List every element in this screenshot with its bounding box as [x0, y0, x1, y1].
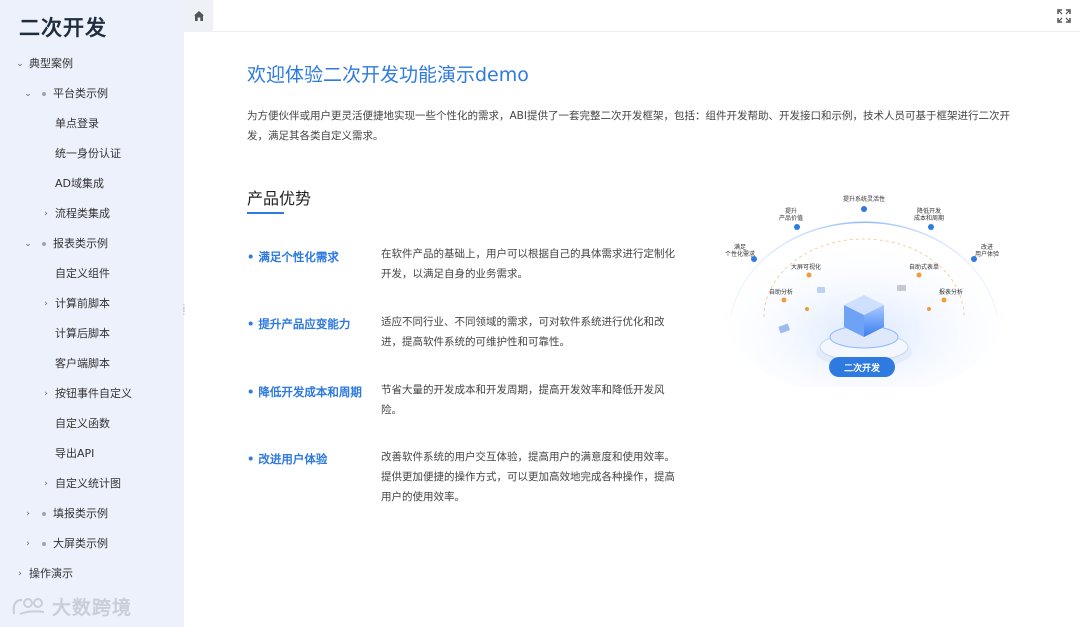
chevron-down-icon[interactable]: ⌄ [23, 79, 33, 109]
svg-text:自助式表单: 自助式表单 [909, 263, 939, 271]
sidebar-item[interactable]: AD域集成 [0, 169, 184, 199]
sidebar-item-label: 按钮事件自定义 [55, 387, 132, 400]
sidebar-item[interactable]: 导出API [0, 439, 184, 469]
bullet-icon [42, 242, 46, 246]
sidebar-item[interactable]: › 大屏类示例 [0, 529, 184, 559]
sidebar: 二次开发 ⌄ 典型案例 ⌄ 平台类示例单点登录统一身份认证 AD域集成 › 流程类集成 ⌄ 报表… [0, 0, 188, 627]
section-underline [247, 212, 284, 214]
sidebar-item-label: 平台类示例 [53, 87, 108, 100]
svg-text:个性化需求: 个性化需求 [725, 250, 755, 258]
chevron-right-icon[interactable]: › [41, 199, 51, 229]
sidebar-item[interactable]: › 操作演示 [0, 559, 184, 589]
svg-text:降低开发: 降低开发 [917, 207, 941, 215]
sidebar-item[interactable]: › 计算前脚本 [0, 289, 184, 319]
sidebar-item-label: 流程类集成 [55, 207, 110, 220]
sidebar-item-label: 客户端脚本 [55, 357, 110, 370]
sidebar-item[interactable]: 计算后脚本 [0, 319, 184, 349]
feature-desc: 节省大量的开发成本和开发周期，提高开发效率和降低开发风险。 [381, 384, 665, 416]
svg-text:报表分析: 报表分析 [939, 288, 963, 296]
sidebar-item[interactable]: › 流程类集成 [0, 199, 184, 229]
product-illustration: 提升系统灵活性 提升 产品价值 降低开发 成本和周期 满足 个性化需求 改进 用… [724, 195, 1004, 387]
sidebar-item-label: 计算前脚本 [55, 297, 110, 310]
top-bar [184, 0, 1080, 32]
home-tab[interactable] [184, 0, 213, 32]
sidebar-item-label: 计算后脚本 [55, 327, 110, 340]
feature-name: • 提升产品应变能力 [247, 317, 351, 331]
svg-text:成本和周期: 成本和周期 [914, 214, 944, 222]
chevron-right-icon[interactable]: › [23, 499, 33, 529]
sidebar-item[interactable]: 自定义组件 [0, 259, 184, 289]
sidebar-item-label: 填报类示例 [53, 507, 108, 520]
bullet-icon [42, 92, 46, 96]
sidebar-item-label: 自定义函数 [55, 417, 110, 430]
sidebar-item-label: 大屏类示例 [53, 537, 108, 550]
app-title: 二次开发 [19, 16, 107, 40]
sidebar-item[interactable]: 统一身份认证 [0, 139, 184, 169]
feature-name: • 降低开发成本和周期 [247, 385, 362, 399]
feature-desc: 改善软件系统的用户交互体验，提高用户的满意度和使用效率。提供更加便捷的操作方式，… [381, 451, 675, 503]
sidebar-item-label: 报表类示例 [53, 237, 108, 250]
feature-name: • 改进用户体验 [247, 452, 328, 466]
sidebar-item[interactable]: ⌄ 平台类示例 [0, 79, 184, 109]
svg-text:用户体验: 用户体验 [975, 250, 999, 258]
fullscreen-icon[interactable] [1056, 8, 1072, 24]
sidebar-item[interactable]: ⌄ 典型案例 [0, 49, 184, 79]
chevron-right-icon[interactable]: › [41, 289, 51, 319]
sidebar-item[interactable]: ⌄ 报表类示例 [0, 229, 184, 259]
sidebar-item[interactable]: › 按钮事件自定义 [0, 379, 184, 409]
chevron-down-icon[interactable]: ⌄ [15, 49, 25, 79]
label-top: 提升系统灵活性 [843, 195, 885, 203]
svg-text:改进: 改进 [981, 243, 993, 251]
intro-paragraph: 为方便伙伴或用户更灵活便捷地实现一些个性化的需求，ABI提供了一套完整二次开发框… [247, 110, 1010, 142]
svg-text:大屏可视化: 大屏可视化 [791, 263, 821, 271]
sidebar-item[interactable]: 自定义函数 [0, 409, 184, 439]
watermark-logo: 大数跨境 [10, 592, 132, 620]
sidebar-item-label: 自定义组件 [55, 267, 110, 280]
sidebar-item-label: 典型案例 [29, 57, 73, 70]
svg-text:提升: 提升 [785, 207, 797, 215]
feature-desc: 适应不同行业、不同领域的需求，可对软件系统进行优化和改进，提高软件系统的可维护性… [381, 316, 665, 348]
section-title: 产品优势 [247, 189, 312, 208]
sidebar-item-label: 自定义统计图 [55, 477, 121, 490]
chevron-right-icon[interactable]: › [41, 379, 51, 409]
sidebar-item-label: AD域集成 [55, 177, 104, 190]
chevron-right-icon[interactable]: › [15, 559, 25, 589]
sidebar-item[interactable]: › 填报类示例 [0, 499, 184, 529]
home-icon [193, 11, 204, 21]
sidebar-item[interactable]: 客户端脚本 [0, 349, 184, 379]
feature-desc: 在软件产品的基础上，用户可以根据自己的具体需求进行定制化开发，以满足自身的业务需… [381, 248, 675, 280]
page-title: 欢迎体验二次开发功能演示demo [247, 64, 529, 86]
sidebar-item[interactable]: › 自定义统计图 [0, 469, 184, 499]
logo-icon [12, 598, 45, 615]
logo-text: 大数跨境 [52, 596, 133, 619]
svg-text:满足: 满足 [734, 243, 746, 251]
main-content: 欢迎体验二次开发功能演示demo 为方便伙伴或用户更灵活便捷地实现一些个性化的需… [184, 32, 1080, 627]
bullet-icon [42, 542, 46, 546]
sidebar-item-label: 导出API [55, 447, 95, 460]
sidebar-item-label: 操作演示 [29, 567, 73, 580]
sidebar-item-label: 统一身份认证 [55, 147, 121, 160]
center-badge: 二次开发 [844, 362, 881, 373]
bullet-icon [42, 512, 46, 516]
sidebar-item[interactable]: 单点登录 [0, 109, 184, 139]
svg-text:产品价值: 产品价值 [779, 214, 803, 222]
chevron-right-icon[interactable]: › [23, 529, 33, 559]
chevron-right-icon[interactable]: › [41, 469, 51, 499]
chevron-down-icon[interactable]: ⌄ [23, 229, 33, 259]
sidebar-item-label: 单点登录 [55, 117, 99, 130]
feature-name: • 满足个性化需求 [247, 250, 339, 264]
svg-text:自助分析: 自助分析 [769, 288, 793, 296]
